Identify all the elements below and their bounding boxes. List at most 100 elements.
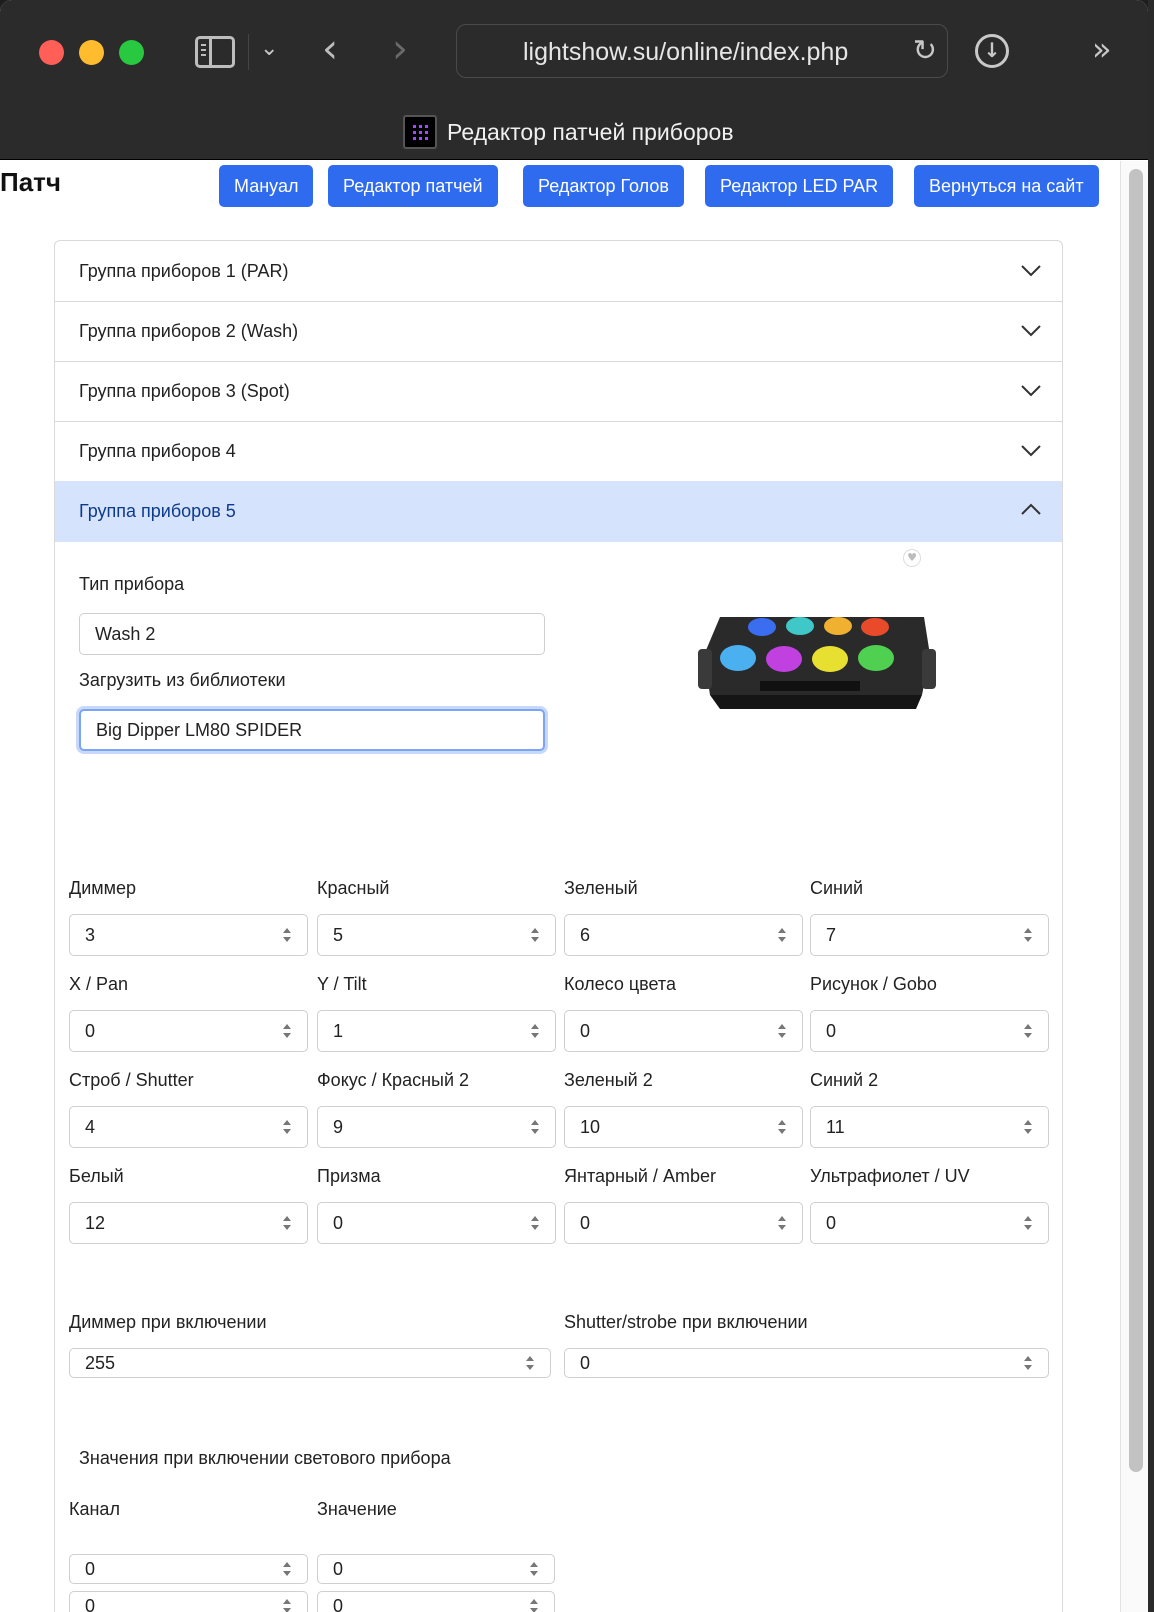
channel-input[interactable]: 0 bbox=[810, 1202, 1049, 1244]
channel-label: Белый bbox=[69, 1166, 124, 1186]
startup-value-input[interactable]: 0 bbox=[317, 1554, 555, 1584]
stepper-icon[interactable] bbox=[530, 1119, 540, 1135]
channel-input[interactable]: 12 bbox=[69, 1202, 308, 1244]
accordion-group-3[interactable]: Группа приборов 3 (Spot) bbox=[55, 361, 1062, 422]
channel-value: 0 bbox=[580, 1213, 591, 1233]
patch-editor-button[interactable]: Редактор патчей bbox=[328, 165, 498, 207]
stepper-icon[interactable] bbox=[529, 1598, 539, 1612]
led-par-editor-button[interactable]: Редактор LED PAR bbox=[705, 165, 894, 207]
stepper-icon[interactable] bbox=[525, 1355, 535, 1371]
page-scrollbar[interactable] bbox=[1120, 161, 1148, 1612]
close-window-button[interactable] bbox=[39, 40, 64, 65]
channel-value: 1 bbox=[333, 1021, 344, 1041]
channel-input[interactable]: 0 bbox=[317, 1202, 556, 1244]
fixture-type-input[interactable]: Wash 2 bbox=[79, 613, 545, 655]
library-input[interactable]: Big Dipper LM80 SPIDER bbox=[79, 709, 545, 751]
channel-label: Y / Tilt bbox=[317, 974, 367, 994]
channel-label: Красный bbox=[317, 878, 390, 898]
channel-value: 3 bbox=[85, 925, 96, 945]
channel-input[interactable]: 11 bbox=[810, 1106, 1049, 1148]
scrollbar-thumb[interactable] bbox=[1129, 169, 1143, 1472]
startup-value-input[interactable]: 0 bbox=[317, 1591, 555, 1612]
channel-input[interactable]: 3 bbox=[69, 914, 308, 956]
channel-label: Зеленый bbox=[564, 878, 638, 898]
manual-button[interactable]: Мануал bbox=[219, 165, 314, 207]
accordion-group-5[interactable]: Группа приборов 5 bbox=[55, 481, 1062, 542]
stepper-icon[interactable] bbox=[282, 927, 292, 943]
accordion-group-2[interactable]: Группа приборов 2 (Wash) bbox=[55, 301, 1062, 362]
channel-value: 0 bbox=[826, 1213, 837, 1233]
accordion-group-4[interactable]: Группа приборов 4 bbox=[55, 421, 1062, 482]
chevron-up-icon bbox=[1021, 503, 1041, 515]
chevron-down-icon[interactable]: ⌄ bbox=[260, 36, 278, 61]
download-icon[interactable]: ↓ bbox=[975, 34, 1009, 68]
more-icon[interactable]: » bbox=[1092, 30, 1112, 68]
group-label: Группа приборов 2 (Wash) bbox=[79, 321, 299, 341]
channel-value: 12 bbox=[85, 1213, 106, 1233]
stepper-icon[interactable] bbox=[777, 1023, 787, 1039]
channel-label: Янтарный / Amber bbox=[564, 1166, 716, 1186]
stepper-icon[interactable] bbox=[282, 1598, 292, 1612]
shutter-on-value: 0 bbox=[580, 1353, 591, 1373]
back-icon[interactable]: ‹ bbox=[322, 26, 338, 72]
startup-values-title: Значения при включении светового прибора bbox=[79, 1448, 451, 1468]
stepper-icon[interactable] bbox=[1023, 1355, 1033, 1371]
startup-value-value: 0 bbox=[333, 1559, 344, 1579]
channel-value: 10 bbox=[580, 1117, 601, 1137]
channel-input[interactable]: 0 bbox=[810, 1010, 1049, 1052]
startup-channel-input[interactable]: 0 bbox=[69, 1554, 308, 1584]
stepper-icon[interactable] bbox=[529, 1561, 539, 1577]
channel-input[interactable]: 4 bbox=[69, 1106, 308, 1148]
channel-value: 0 bbox=[580, 1021, 591, 1041]
channel-input[interactable]: 7 bbox=[810, 914, 1049, 956]
favicon-icon bbox=[403, 115, 437, 149]
stepper-icon[interactable] bbox=[282, 1023, 292, 1039]
address-bar[interactable]: lightshow.su/online/index.php ↻ bbox=[456, 24, 948, 78]
channel-value: 0 bbox=[85, 1021, 96, 1041]
stepper-icon[interactable] bbox=[1023, 1215, 1033, 1231]
shutter-on-input[interactable]: 0 bbox=[564, 1348, 1049, 1378]
stepper-icon[interactable] bbox=[530, 927, 540, 943]
stepper-icon[interactable] bbox=[777, 927, 787, 943]
stepper-icon[interactable] bbox=[1023, 927, 1033, 943]
stepper-icon[interactable] bbox=[530, 1215, 540, 1231]
group-label: Группа приборов 4 bbox=[79, 441, 236, 461]
group-label: Группа приборов 3 (Spot) bbox=[79, 381, 290, 401]
minimize-window-button[interactable] bbox=[79, 40, 104, 65]
channel-input[interactable]: 6 bbox=[564, 914, 803, 956]
shutter-on-label: Shutter/strobe при включении bbox=[564, 1312, 808, 1332]
channel-input[interactable]: 5 bbox=[317, 914, 556, 956]
heart-icon[interactable]: ♥ bbox=[903, 549, 921, 567]
zoom-window-button[interactable] bbox=[119, 40, 144, 65]
stepper-icon[interactable] bbox=[282, 1561, 292, 1577]
channel-input[interactable]: 10 bbox=[564, 1106, 803, 1148]
stepper-icon[interactable] bbox=[1023, 1119, 1033, 1135]
channel-input[interactable]: 9 bbox=[317, 1106, 556, 1148]
channel-value: 9 bbox=[333, 1117, 344, 1137]
channel-input[interactable]: 0 bbox=[564, 1010, 803, 1052]
channel-value: 0 bbox=[826, 1021, 837, 1041]
channel-input[interactable]: 1 bbox=[317, 1010, 556, 1052]
dimmer-on-input[interactable]: 255 bbox=[69, 1348, 551, 1378]
tab-title: Редактор патчей приборов bbox=[447, 119, 734, 145]
channel-input[interactable]: 0 bbox=[69, 1010, 308, 1052]
channel-label: Колесо цвета bbox=[564, 974, 676, 994]
reload-icon[interactable]: ↻ bbox=[913, 33, 937, 68]
startup-channel-input[interactable]: 0 bbox=[69, 1591, 308, 1612]
stepper-icon[interactable] bbox=[282, 1119, 292, 1135]
stepper-icon[interactable] bbox=[777, 1215, 787, 1231]
toolbar-divider bbox=[248, 34, 249, 70]
stepper-icon[interactable] bbox=[530, 1023, 540, 1039]
accordion-group-1[interactable]: Группа приборов 1 (PAR) bbox=[55, 241, 1062, 302]
channel-label: Строб / Shutter bbox=[69, 1070, 194, 1090]
channel-input[interactable]: 0 bbox=[564, 1202, 803, 1244]
channel-label: Синий 2 bbox=[810, 1070, 879, 1090]
back-to-site-button[interactable]: Вернуться на сайт bbox=[914, 165, 1099, 207]
sidebar-icon[interactable] bbox=[195, 36, 235, 68]
stepper-icon[interactable] bbox=[282, 1215, 292, 1231]
forward-icon[interactable]: › bbox=[392, 26, 408, 72]
startup-channel-header: Канал bbox=[69, 1499, 120, 1519]
stepper-icon[interactable] bbox=[1023, 1023, 1033, 1039]
heads-editor-button[interactable]: Редактор Голов bbox=[523, 165, 684, 207]
stepper-icon[interactable] bbox=[777, 1119, 787, 1135]
